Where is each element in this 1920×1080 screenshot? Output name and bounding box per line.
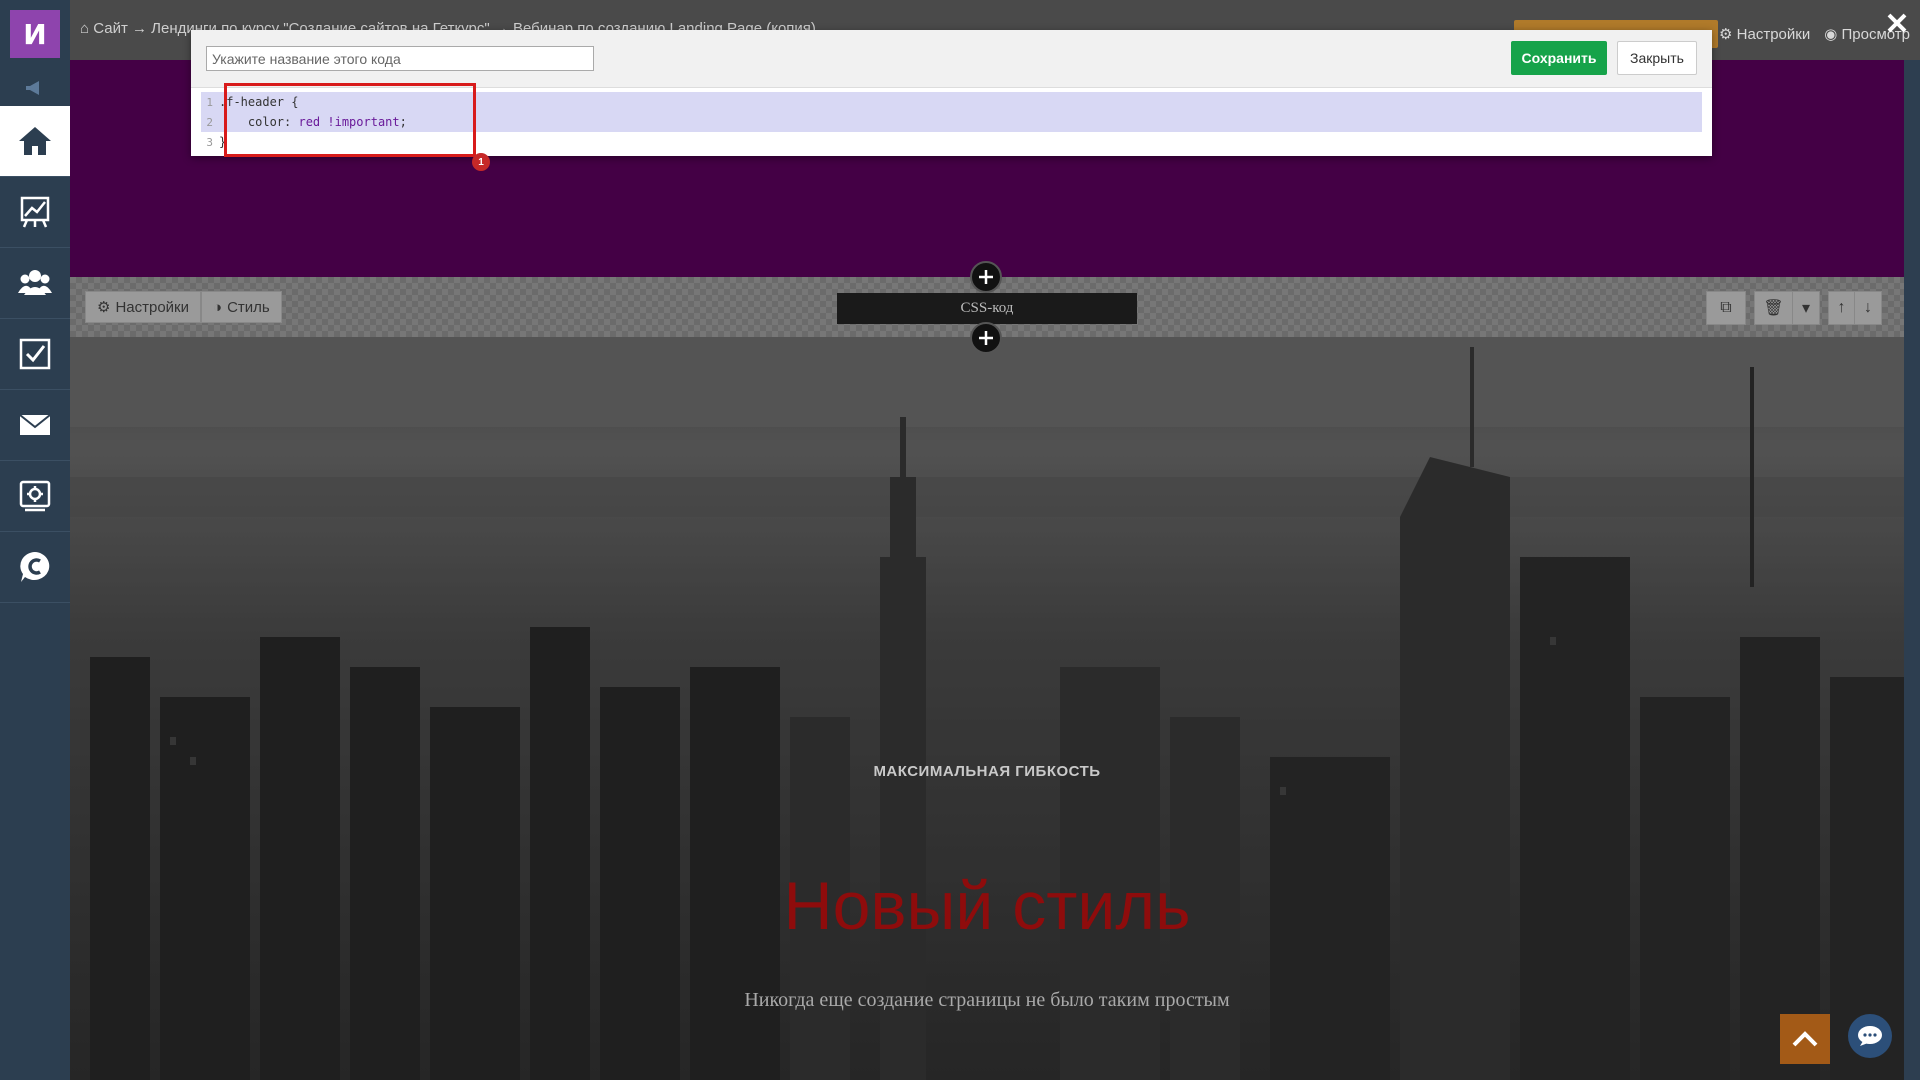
sidebar-item-mail[interactable] — [0, 390, 70, 461]
tasks-icon — [19, 338, 51, 370]
sidebar-item-settings[interactable] — [0, 461, 70, 532]
eye-icon: ◉ — [1824, 26, 1838, 43]
close-button[interactable]: Закрыть — [1617, 41, 1697, 75]
sidebar-item-analytics[interactable] — [0, 177, 70, 248]
annotation-highlight-box — [224, 83, 476, 157]
chat-c-icon — [20, 552, 50, 582]
home-icon — [19, 127, 51, 155]
arrow-down-icon: ↓ — [1864, 299, 1872, 316]
plus-icon — [979, 331, 993, 345]
more-dropdown-button[interactable]: ▾ — [1793, 292, 1819, 324]
home-icon: ⌂ — [80, 20, 90, 37]
chat-bubble-icon — [1858, 1026, 1882, 1046]
analytics-icon — [20, 196, 50, 228]
code-name-input[interactable] — [206, 46, 594, 71]
chevron-up-icon — [1792, 1031, 1818, 1047]
sidebar-item-chat[interactable] — [0, 532, 70, 603]
line-number: 1 — [206, 95, 213, 109]
scroll-to-top-button[interactable] — [1780, 1014, 1830, 1064]
css-code-label[interactable]: CSS-код — [837, 293, 1137, 324]
contrast-icon: ◑ — [213, 298, 223, 316]
chat-widget-button[interactable] — [1848, 1014, 1892, 1058]
plus-icon — [979, 270, 993, 284]
trash-icon: 🗑 — [1763, 300, 1784, 317]
line-number: 2 — [206, 115, 213, 129]
sidebar-nav — [0, 106, 70, 603]
copy-icon: ⧉ — [1720, 299, 1732, 316]
city-background-image — [70, 337, 1904, 1080]
hero-title: Новый стиль — [783, 868, 1191, 944]
users-icon — [18, 270, 52, 295]
delete-block-button[interactable]: 🗑 — [1755, 292, 1793, 324]
arrow-up-icon: ↑ — [1837, 299, 1846, 316]
sidebar-item-tasks[interactable] — [0, 319, 70, 390]
line-number: 3 — [206, 135, 213, 149]
move-down-button[interactable]: ↓ — [1855, 292, 1881, 324]
top-settings-link[interactable]: ⚙ Настройки — [1719, 25, 1810, 43]
modal-header: Сохранить Закрыть — [191, 30, 1712, 88]
hero-subtitle: Никогда еще создание страницы не было та… — [744, 989, 1230, 1011]
mail-icon — [19, 414, 51, 435]
user-avatar[interactable]: И — [10, 10, 60, 58]
left-sidebar: И — [0, 0, 70, 1080]
close-x-icon[interactable] — [1884, 10, 1910, 36]
top-links: ⚙ Настройки ◉ Просмотр — [1719, 25, 1910, 43]
add-block-above-button[interactable] — [970, 261, 1002, 293]
gear-icon: ⚙ — [97, 299, 111, 316]
add-block-below-button[interactable] — [970, 322, 1002, 354]
hero-eyebrow: МАКСИМАЛЬНАЯ ГИБКОСТЬ — [873, 763, 1101, 780]
block-style-button[interactable]: ◑ Стиль — [201, 291, 282, 323]
copy-block-button[interactable]: ⧉ — [1707, 292, 1745, 324]
sidebar-item-home[interactable] — [0, 106, 70, 177]
gear-icon: ⚙ — [1719, 26, 1733, 43]
megaphone-icon[interactable] — [0, 70, 70, 106]
sidebar-item-users[interactable] — [0, 248, 70, 319]
settings-icon — [19, 480, 51, 512]
annotation-number-badge: 1 — [472, 153, 490, 171]
save-button[interactable]: Сохранить — [1511, 41, 1607, 75]
caret-down-icon: ▾ — [1801, 300, 1811, 317]
block-settings-button[interactable]: ⚙ Настройки — [85, 291, 202, 323]
hero-section[interactable]: МАКСИМАЛЬНАЯ ГИБКОСТЬ Новый стиль Никогд… — [70, 337, 1904, 1080]
move-up-button[interactable]: ↑ — [1829, 292, 1855, 324]
